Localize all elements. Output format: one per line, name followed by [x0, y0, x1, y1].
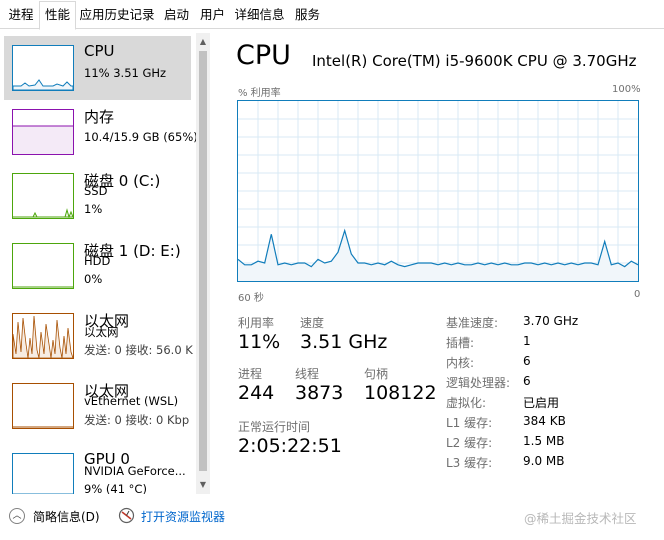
sidebar-item-detail: SSD [84, 184, 108, 198]
sockets-value: 1 [523, 334, 531, 348]
resource-monitor-icon[interactable] [118, 507, 135, 524]
processes-label: 进程 [238, 367, 263, 381]
l2-cache-value: 1.5 MB [523, 434, 565, 448]
utilization-label: 利用率 [238, 316, 275, 330]
scroll-up-arrow-icon[interactable]: ▲ [196, 35, 210, 49]
tab-services[interactable]: 服务 [289, 3, 326, 29]
memory-thumbnail-graph [12, 109, 74, 155]
sidebar-item-title: CPU [84, 42, 115, 60]
sidebar-item-detail: 11% 3.51 GHz [84, 66, 167, 80]
cores-value: 6 [523, 354, 531, 368]
ethernet-thumbnail-graph [12, 313, 74, 359]
sidebar-item-disk-0[interactable]: 磁盘 0 (C:) SSD 1% [4, 164, 191, 228]
base-speed-value: 3.70 GHz [523, 314, 579, 328]
threads-label: 线程 [295, 367, 320, 381]
virtualization-label: 虚拟化: [446, 396, 487, 410]
cores-label: 内核: [446, 356, 475, 370]
vethernet-thumbnail-graph [12, 383, 74, 429]
base-speed-label: 基准速度: [446, 316, 499, 330]
fewer-details-button[interactable]: 简略信息(D) [33, 508, 100, 525]
processes-value: 244 [238, 382, 275, 404]
sidebar-item-detail: 1% [84, 202, 103, 216]
speed-value: 3.51 GHz [300, 331, 388, 353]
tab-users[interactable]: 用户 [195, 3, 230, 29]
sockets-label: 插槽: [446, 336, 475, 350]
cpu-utilization-graph [237, 100, 639, 282]
uptime-value: 2:05:22:51 [238, 435, 342, 457]
sidebar-item-ethernet[interactable]: 以太网 以太网 发送: 0 接收: 56.0 K [4, 304, 193, 368]
l3-cache-label: L3 缓存: [446, 456, 493, 470]
l1-cache-label: L1 缓存: [446, 416, 493, 430]
scroll-thumb[interactable] [199, 51, 207, 471]
resource-sidebar: CPU 11% 3.51 GHz 内存 10.4/15.9 GB (65%) 磁… [0, 33, 213, 494]
footer-bar: ︿ 简略信息(D) 打开资源监视器 @稀土掘金技术社区 [0, 500, 664, 540]
logical-processors-label: 逻辑处理器: [446, 376, 511, 390]
graph-x-end-label: 0 [634, 289, 641, 300]
cpu-thumbnail-graph [12, 45, 74, 91]
sidebar-item-detail: HDD [84, 254, 111, 268]
sidebar-item-memory[interactable]: 内存 10.4/15.9 GB (65%) [4, 100, 198, 164]
utilization-value: 11% [238, 331, 281, 353]
sidebar-item-detail: 发送: 0 接收: 56.0 K [84, 343, 193, 357]
logical-processors-value: 6 [523, 374, 531, 388]
tab-details[interactable]: 详细信息 [230, 3, 289, 29]
sidebar-item-detail: vEthernet (WSL) [84, 394, 179, 408]
sidebar-item-detail: 0% [84, 272, 103, 286]
sidebar-scrollbar[interactable]: ▲ ▼ [196, 33, 210, 494]
open-resource-monitor-link[interactable]: 打开资源监视器 [141, 508, 225, 525]
sidebar-item-disk-1[interactable]: 磁盘 1 (D: E:) HDD 0% [4, 234, 191, 298]
l3-cache-value: 9.0 MB [523, 454, 565, 468]
sidebar-item-detail: 10.4/15.9 GB (65%) [84, 130, 198, 144]
disk0-thumbnail-graph [12, 173, 74, 219]
graph-x-axis-label: 60 秒 [238, 293, 264, 304]
sidebar-item-gpu[interactable]: GPU 0 NVIDIA GeForce... 9% (41 °C) [4, 444, 191, 494]
sidebar-item-detail: 以太网 [84, 325, 119, 339]
handles-label: 句柄 [364, 367, 389, 381]
gpu-thumbnail-graph [12, 453, 74, 494]
handles-value: 108122 [364, 382, 437, 404]
chevron-up-icon[interactable]: ︿ [9, 508, 25, 524]
tab-performance[interactable]: 性能 [39, 1, 76, 30]
sidebar-item-vethernet[interactable]: 以太网 vEthernet (WSL) 发送: 0 接收: 0 Kbp [4, 374, 191, 438]
sidebar-item-cpu[interactable]: CPU 11% 3.51 GHz [4, 36, 191, 100]
cpu-model-name: Intel(R) Core(TM) i5-9600K CPU @ 3.70GHz [312, 52, 637, 70]
graph-y-max-label: 100% [612, 84, 641, 95]
speed-label: 速度 [300, 316, 325, 330]
l2-cache-label: L2 缓存: [446, 436, 493, 450]
tab-bar: 进程 性能 应用历史记录 启动 用户 详细信息 服务 [0, 0, 664, 30]
disk1-thumbnail-graph [12, 243, 74, 289]
threads-value: 3873 [295, 382, 344, 404]
scroll-down-arrow-icon[interactable]: ▼ [196, 478, 210, 492]
sidebar-item-detail: 发送: 0 接收: 0 Kbp [84, 413, 190, 427]
sidebar-item-title: 内存 [84, 108, 115, 126]
sidebar-item-detail: NVIDIA GeForce... [84, 464, 186, 478]
tab-processes[interactable]: 进程 [3, 3, 39, 29]
graph-y-axis-label: % 利用率 [238, 88, 281, 99]
sidebar-item-detail: 9% (41 °C) [84, 482, 147, 494]
l1-cache-value: 384 KB [523, 414, 566, 428]
cpu-utilization-svg [238, 101, 638, 281]
watermark-text: @稀土掘金技术社区 [524, 511, 637, 526]
uptime-label: 正常运行时间 [238, 420, 311, 434]
tab-startup[interactable]: 启动 [158, 3, 195, 29]
virtualization-value: 已启用 [523, 396, 560, 410]
tab-app-history[interactable]: 应用历史记录 [76, 3, 158, 29]
page-title: CPU [236, 40, 291, 71]
